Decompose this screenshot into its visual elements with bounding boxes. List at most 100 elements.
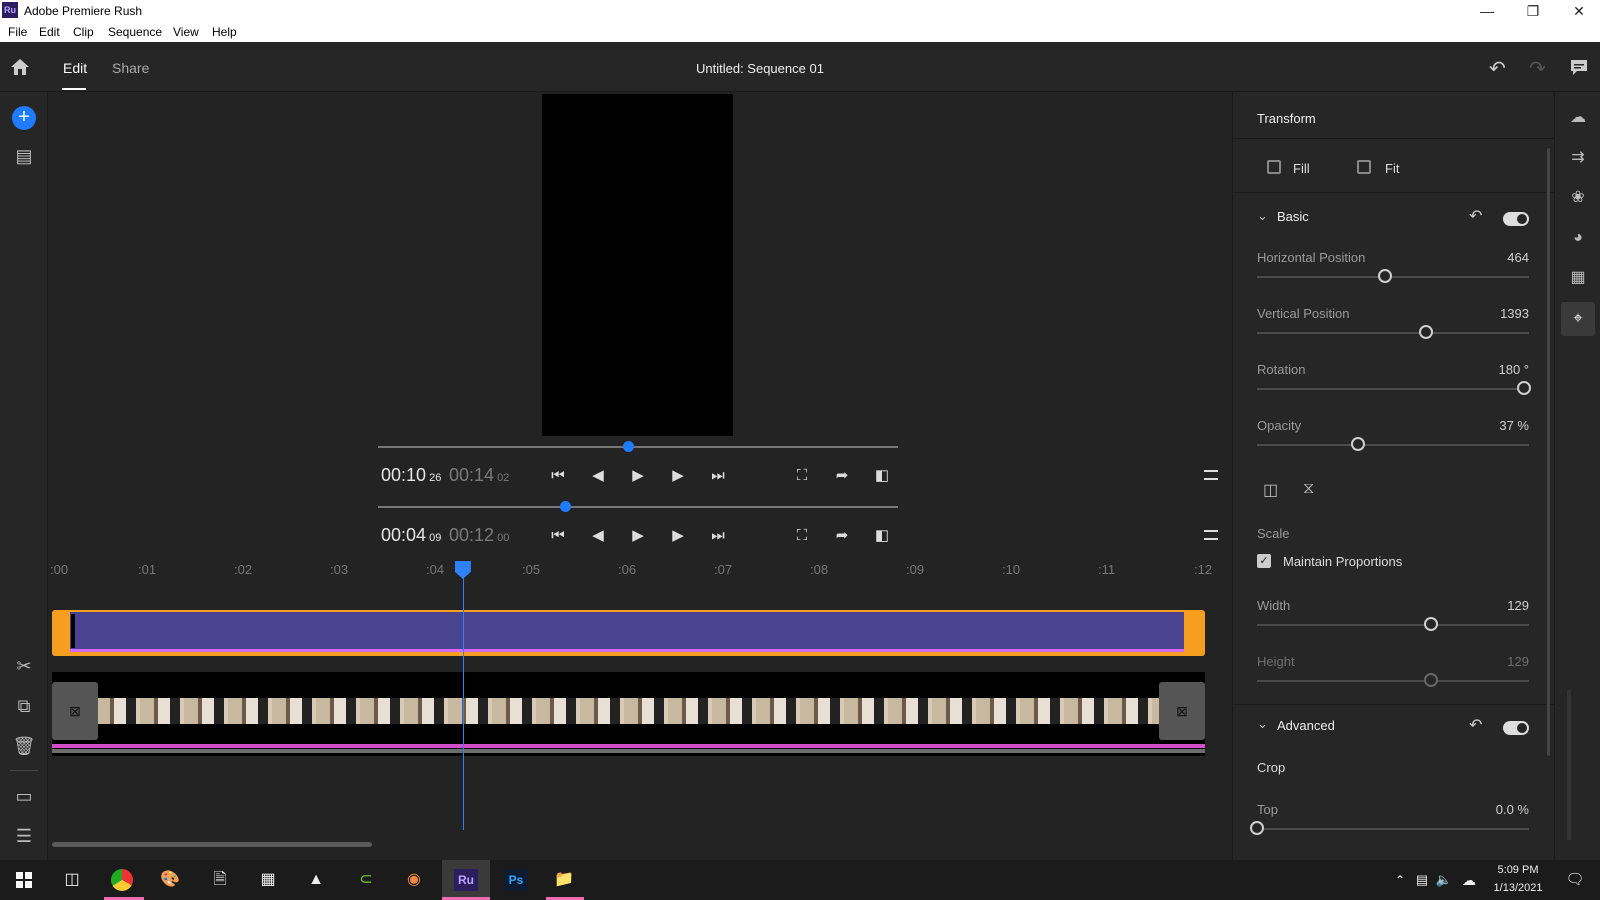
audio-icon[interactable]: ▦ (1566, 266, 1590, 290)
go-to-start-icon[interactable]: ⏮ (548, 466, 568, 486)
basic-section-label[interactable]: Basic (1277, 209, 1309, 224)
go-to-end-icon[interactable]: ⏭ (708, 526, 728, 546)
timeline-list-icon[interactable]: ☰ (12, 824, 36, 848)
panel-scrollbar[interactable] (1547, 148, 1550, 756)
width-value[interactable]: 129 (1463, 598, 1529, 613)
vpos-slider-handle[interactable] (1418, 325, 1433, 339)
menu-view[interactable]: View (173, 25, 199, 39)
maintain-proportions-checkbox[interactable]: ✓ (1257, 554, 1271, 568)
photoshop-taskbar-icon[interactable]: Ps (500, 864, 532, 896)
fill-icon[interactable] (1267, 160, 1281, 174)
play-icon[interactable]: ▶ (628, 526, 648, 546)
opacity-value[interactable]: 37 % (1463, 418, 1529, 433)
go-to-start-icon[interactable]: ⏮ (548, 526, 568, 546)
network-icon[interactable]: ▤ (1412, 864, 1432, 896)
playhead[interactable] (462, 568, 464, 830)
notepad-icon[interactable]: 🗎 (204, 864, 236, 896)
step-back-icon[interactable]: ◀ (588, 466, 608, 486)
fullscreen-icon[interactable]: ⛶ (792, 526, 812, 546)
close-icon[interactable]: ✕ (1556, 0, 1600, 22)
clip-start-handle-icon[interactable]: ⊠ (52, 682, 98, 740)
opacity-slider[interactable] (1257, 444, 1529, 446)
home-icon[interactable] (10, 58, 30, 76)
fill-label[interactable]: Fill (1293, 161, 1310, 176)
menu-edit[interactable]: Edit (39, 25, 60, 39)
premiere-rush-taskbar-icon[interactable]: Ru (450, 864, 482, 896)
chevron-down-icon[interactable]: ⌄ (1257, 208, 1268, 224)
timeline-scrollbar[interactable] (52, 842, 372, 847)
flip-vertical-icon[interactable]: ⧖ (1303, 480, 1314, 498)
menu-sequence[interactable]: Sequence (108, 25, 162, 39)
chevron-down-icon[interactable]: ⌄ (1257, 716, 1268, 732)
split-scissors-icon[interactable]: ✂ (12, 654, 36, 678)
hpos-value[interactable]: 464 (1463, 250, 1529, 265)
aspect-icon[interactable]: ◧ (872, 526, 892, 546)
menu-file[interactable]: File (8, 25, 27, 39)
file-explorer-icon[interactable]: 📁 (548, 864, 580, 896)
clock-time[interactable]: 5:09 PM (1490, 864, 1546, 876)
app-icon[interactable]: ⊂ (350, 864, 382, 896)
aspect-icon[interactable]: ◧ (872, 466, 892, 486)
volume-icon[interactable]: 🔈 (1434, 864, 1454, 896)
basic-toggle[interactable] (1503, 212, 1529, 226)
scrubber-1[interactable] (378, 446, 898, 448)
video-clip[interactable]: ⊠ ⊠ (52, 672, 1205, 756)
menu-help[interactable]: Help (212, 25, 237, 39)
transitions-icon[interactable]: ⇉ (1566, 146, 1590, 170)
step-back-icon[interactable]: ◀ (588, 526, 608, 546)
chrome-icon[interactable] (106, 864, 138, 896)
opacity-slider-handle[interactable] (1350, 437, 1365, 451)
player-2-menu-icon[interactable] (1204, 530, 1218, 540)
task-view-icon[interactable]: ◫ (56, 864, 88, 896)
timeline-ruler[interactable]: :00 :01 :02 :03 :04 :05 :06 :07 :08 :09 … (48, 560, 1230, 588)
hpos-slider[interactable] (1257, 276, 1529, 278)
go-to-end-icon[interactable]: ⏭ (708, 466, 728, 486)
project-assets-icon[interactable]: ▤ (12, 144, 36, 168)
feedback-icon[interactable] (1570, 59, 1588, 77)
crop-top-value[interactable]: 0.0 % (1463, 802, 1529, 817)
add-media-icon[interactable]: + (12, 106, 36, 130)
undo-icon[interactable]: ↶ (1489, 56, 1506, 81)
advanced-toggle[interactable] (1503, 721, 1529, 735)
tab-edit[interactable]: Edit (63, 60, 87, 76)
scrubber-2[interactable] (378, 506, 898, 508)
step-forward-icon[interactable]: ▶ (668, 526, 688, 546)
vpos-slider[interactable] (1257, 332, 1529, 334)
restore-icon[interactable]: ❐ (1510, 0, 1556, 22)
reset-icon[interactable]: ↶ (1469, 715, 1482, 735)
chevron-up-icon[interactable]: ⌃ (1390, 864, 1410, 896)
color-icon[interactable]: ❀ (1566, 186, 1590, 210)
width-slider-handle[interactable] (1424, 617, 1439, 631)
windows-start-icon[interactable] (16, 872, 32, 888)
title-clip-body[interactable] (70, 612, 1184, 650)
minimize-icon[interactable]: — (1464, 0, 1510, 22)
step-forward-icon[interactable]: ▶ (668, 466, 688, 486)
duplicate-icon[interactable]: ⧉ (12, 694, 36, 718)
speed-icon[interactable]: ◕ (1566, 226, 1590, 250)
flip-horizontal-icon[interactable]: ◫ (1263, 480, 1278, 500)
calculator-icon[interactable]: ▦ (252, 864, 284, 896)
track-controls-icon[interactable]: ▭ (12, 784, 36, 808)
reset-icon[interactable]: ↶ (1469, 206, 1482, 226)
menu-clip[interactable]: Clip (73, 25, 94, 39)
fit-label[interactable]: Fit (1385, 161, 1399, 176)
transform-icon[interactable]: ⌖ (1561, 302, 1595, 336)
app-icon[interactable]: ◉ (398, 864, 430, 896)
rotation-slider[interactable] (1257, 388, 1529, 390)
crop-top-slider[interactable] (1257, 828, 1529, 830)
scrubber-1-handle[interactable] (622, 441, 634, 452)
export-frame-icon[interactable]: ➦ (832, 466, 852, 486)
export-frame-icon[interactable]: ➦ (832, 526, 852, 546)
vpos-value[interactable]: 1393 (1463, 306, 1529, 321)
notifications-icon[interactable]: 🗨 (1562, 864, 1588, 896)
title-clip[interactable] (52, 610, 1205, 656)
rotation-slider-handle[interactable] (1516, 381, 1531, 395)
maintain-proportions-label[interactable]: Maintain Proportions (1283, 554, 1402, 569)
advanced-section-label[interactable]: Advanced (1277, 718, 1335, 733)
onedrive-icon[interactable]: ☁ (1458, 864, 1480, 896)
play-icon[interactable]: ▶ (628, 466, 648, 486)
clock-date[interactable]: 1/13/2021 (1486, 882, 1550, 894)
hpos-slider-handle[interactable] (1377, 269, 1392, 283)
player-1-menu-icon[interactable] (1204, 470, 1218, 480)
width-slider[interactable] (1257, 624, 1529, 626)
